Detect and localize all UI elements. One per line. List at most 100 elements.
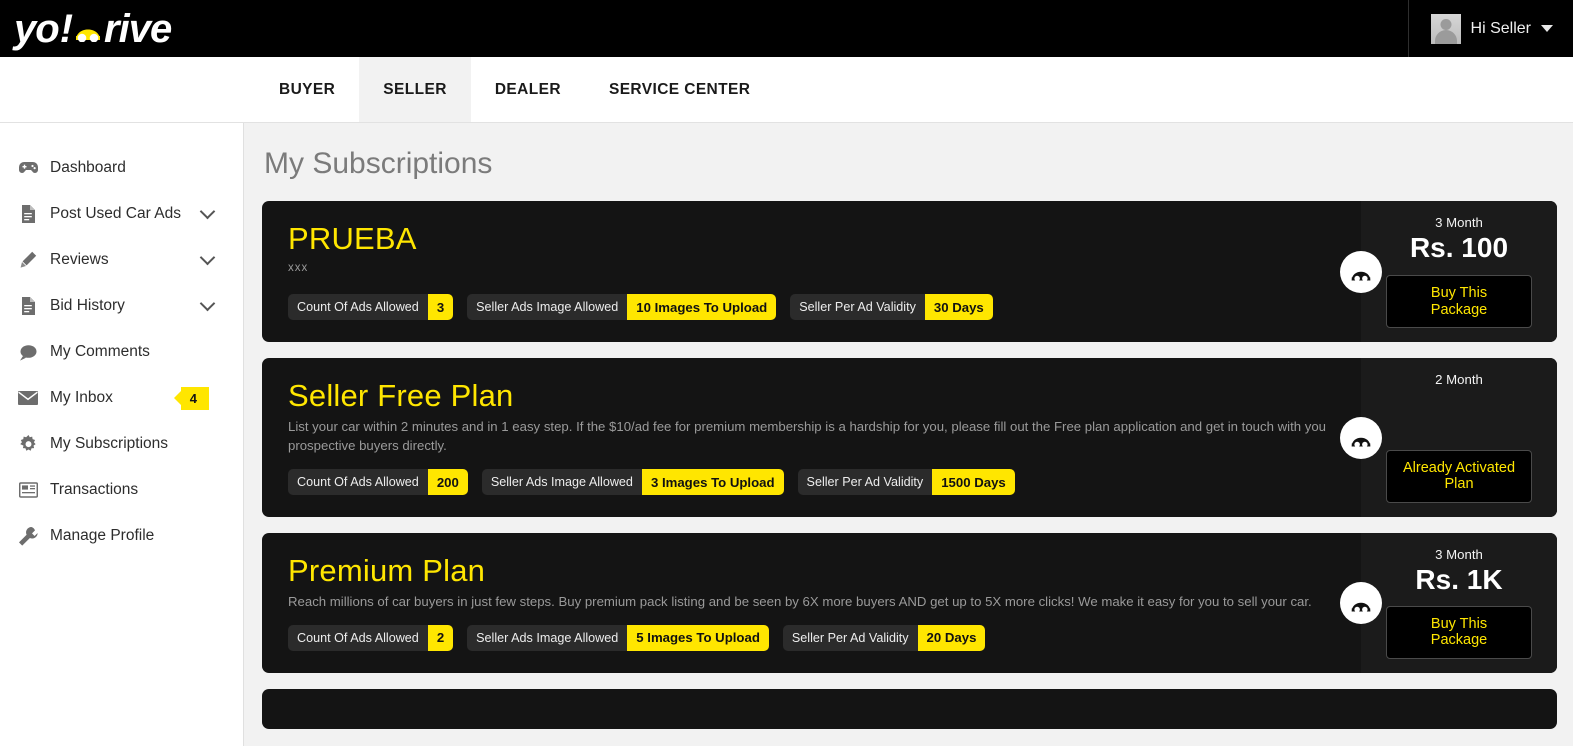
plan-feature: Seller Ads Image Allowed 10 Images To Up…: [467, 294, 777, 321]
feature-label: Seller Ads Image Allowed: [467, 294, 628, 321]
sidebar-item-label: My Comments: [50, 343, 150, 360]
dashboard-icon: [18, 161, 38, 175]
sidebar-item-bid-history[interactable]: Bid History: [0, 283, 243, 329]
buy-package-button[interactable]: Buy This Package: [1386, 605, 1532, 660]
sidebar-item-dashboard[interactable]: Dashboard: [0, 145, 243, 191]
feature-value: 20 Days: [917, 624, 986, 651]
feature-value: 3 Images To Upload: [641, 469, 784, 496]
plan-feature: Seller Per Ad Validity 30 Days: [790, 294, 993, 321]
tab-seller[interactable]: SELLER: [359, 57, 471, 122]
plan-details: Seller Free Plan List your car within 2 …: [262, 358, 1361, 517]
logo-text-end: rive: [104, 6, 172, 51]
transactions-icon: [18, 482, 38, 498]
plan-price: Rs. 100: [1409, 231, 1509, 263]
tab-dealer[interactable]: DEALER: [471, 57, 585, 122]
pencil-icon: [18, 251, 38, 269]
sidebar-item-label: Manage Profile: [50, 527, 155, 544]
feature-value: 30 Days: [924, 294, 993, 321]
feature-label: Count Of Ads Allowed: [288, 294, 428, 321]
car-icon: [1340, 582, 1382, 625]
page-body: Dashboard Post Used Car Ads Reviews Bid …: [0, 123, 1573, 746]
feature-value: 200: [427, 469, 468, 496]
sidebar-item-transactions[interactable]: Transactions: [0, 467, 243, 513]
plan-feature-list: Count Of Ads Allowed 2 Seller Ads Image …: [288, 624, 1335, 651]
feature-value: 5 Images To Upload: [627, 624, 769, 651]
chevron-down-icon[interactable]: [199, 295, 216, 312]
feature-label: Count Of Ads Allowed: [288, 469, 428, 496]
chevron-down-icon[interactable]: [199, 249, 216, 266]
site-logo[interactable]: yo! rive: [0, 6, 172, 51]
avatar: [1430, 13, 1461, 44]
feature-value: 2: [427, 624, 454, 651]
chevron-down-icon[interactable]: [1541, 25, 1553, 32]
sidebar-item-label: Dashboard: [50, 159, 126, 176]
buy-package-button[interactable]: Buy This Package: [1386, 274, 1532, 329]
plan-details: Premium Plan Reach millions of car buyer…: [262, 533, 1361, 673]
sidebar-item-label: My Subscriptions: [50, 435, 169, 452]
sidebar-item-label: Bid History: [50, 297, 125, 314]
feature-value: 1500 Days: [932, 469, 1015, 496]
sidebar-item-my-subscriptions[interactable]: My Subscriptions: [0, 421, 243, 467]
feature-label: Count Of Ads Allowed: [288, 624, 428, 651]
plan-card: PRUEBA xxx Count Of Ads Allowed 3 Seller…: [262, 201, 1557, 343]
sidebar-item-manage-profile[interactable]: Manage Profile: [0, 513, 243, 559]
plan-description: Reach millions of car buyers in just few…: [288, 593, 1312, 609]
document-icon: [18, 297, 38, 315]
feature-label: Seller Ads Image Allowed: [481, 469, 642, 496]
plan-period: 3 Month: [1435, 215, 1483, 230]
plan-feature: Seller Per Ad Validity 20 Days: [782, 624, 986, 651]
plan-feature: Count Of Ads Allowed 200: [288, 469, 468, 496]
plan-feature: Seller Ads Image Allowed 3 Images To Upl…: [481, 469, 784, 496]
plan-feature-list: Count Of Ads Allowed 3 Seller Ads Image …: [288, 294, 1335, 321]
logo-exclamation: !: [59, 6, 73, 51]
plan-feature: Seller Ads Image Allowed 5 Images To Upl…: [467, 624, 769, 651]
plan-feature: Count Of Ads Allowed 3: [288, 294, 454, 321]
plan-price-panel: 3 Month Rs. 100 Buy This Package: [1340, 201, 1557, 343]
sidebar-item-post-used-car-ads[interactable]: Post Used Car Ads: [0, 191, 243, 237]
plan-period: 2 Month: [1435, 372, 1483, 388]
comment-icon: [18, 344, 38, 361]
plan-feature-list: Count Of Ads Allowed 200 Seller Ads Imag…: [288, 469, 1335, 496]
feature-label: Seller Ads Image Allowed: [467, 624, 628, 651]
car-icon: [73, 16, 103, 42]
page-title: My Subscriptions: [264, 147, 493, 180]
envelope-icon: [18, 391, 38, 405]
plan-description: xxx: [288, 261, 309, 274]
sidebar-item-label: Reviews: [50, 251, 109, 268]
feature-value: 3: [427, 294, 454, 321]
feature-label: Seller Per Ad Validity: [790, 294, 925, 321]
plan-name: Premium Plan: [288, 553, 486, 589]
plan-period: 3 Month: [1435, 547, 1483, 563]
plan-price: Rs. 1K: [1415, 563, 1503, 595]
plan-name: PRUEBA: [288, 221, 417, 256]
logo-text-start: yo: [14, 6, 60, 51]
car-icon: [1340, 416, 1382, 459]
sidebar-item-label: Transactions: [50, 481, 139, 498]
plan-feature: Count Of Ads Allowed 2: [288, 624, 454, 651]
feature-value: 10 Images To Upload: [627, 294, 777, 321]
sidebar-item-my-comments[interactable]: My Comments: [0, 329, 243, 375]
tab-service-center[interactable]: SERVICE CENTER: [585, 57, 774, 122]
plan-description: List your car within 2 minutes and in 1 …: [288, 418, 1326, 453]
main-content: My Subscriptions PRUEBA xxx Count Of Ads…: [244, 123, 1573, 746]
user-menu[interactable]: Hi Seller: [1407, 0, 1569, 57]
chevron-down-icon[interactable]: [199, 203, 216, 220]
sidebar-item-label: My Inbox: [50, 389, 113, 406]
plan-card-partial: [262, 689, 1557, 730]
sidebar-item-label: Post Used Car Ads: [50, 205, 181, 222]
sidebar-item-reviews[interactable]: Reviews: [0, 237, 243, 283]
plan-card: Seller Free Plan List your car within 2 …: [262, 358, 1557, 518]
feature-label: Seller Per Ad Validity: [797, 469, 933, 496]
already-activated-plan-button[interactable]: Already Activated Plan: [1386, 449, 1532, 504]
top-bar: yo! rive Hi Seller: [0, 0, 1573, 57]
plan-feature: Seller Per Ad Validity 1500 Days: [797, 469, 1015, 496]
user-greeting: Hi Seller: [1470, 19, 1531, 37]
feature-label: Seller Per Ad Validity: [782, 624, 918, 651]
document-icon: [18, 205, 38, 223]
gear-icon: [18, 434, 38, 454]
plan-price-panel: 2 Month Already Activated Plan: [1340, 358, 1557, 518]
plan-details: PRUEBA xxx Count Of Ads Allowed 3 Seller…: [262, 201, 1361, 342]
tab-buyer[interactable]: BUYER: [255, 57, 359, 122]
sidebar-item-my-inbox[interactable]: My Inbox 4: [0, 375, 243, 421]
wrench-icon: [18, 526, 38, 546]
